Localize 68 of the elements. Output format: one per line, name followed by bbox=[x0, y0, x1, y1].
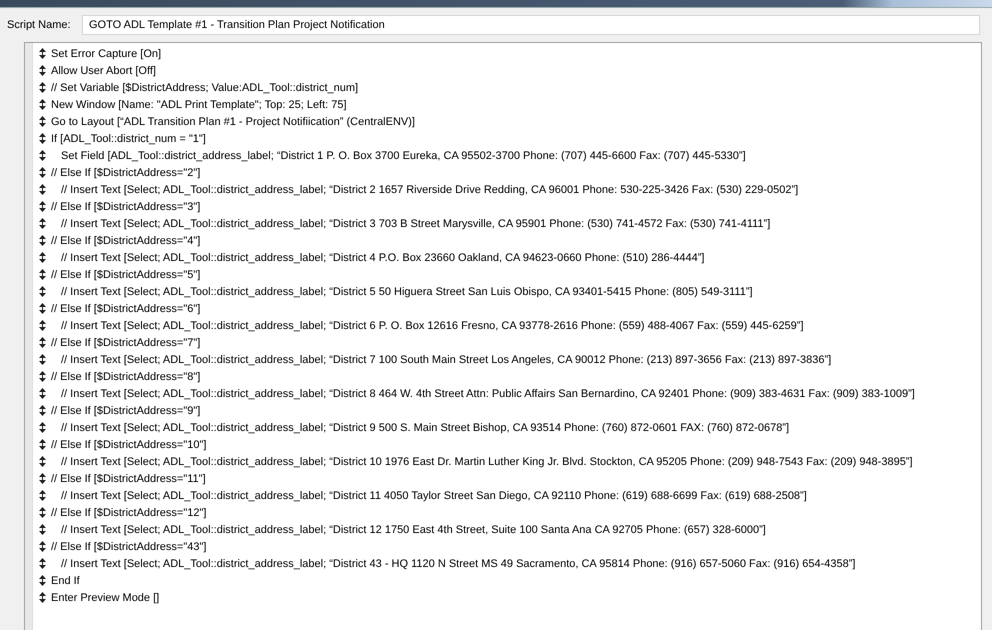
script-step[interactable]: // Else If [$DistrictAddress="9"] bbox=[51, 404, 200, 416]
drag-handle-icon[interactable] bbox=[39, 405, 46, 416]
script-step[interactable]: // Else If [$DistrictAddress="4"] bbox=[51, 234, 200, 246]
drag-handle-icon[interactable] bbox=[39, 388, 46, 399]
script-step[interactable]: // Else If [$DistrictAddress="43"] bbox=[51, 540, 206, 552]
script-step[interactable]: Allow User Abort [Off] bbox=[51, 64, 156, 76]
script-step[interactable]: // Insert Text [Select; ADL_Tool::district_address_label; “District 5 50 Higuera Street San Luis Obispo, CA 93401-5415 Phone: (805) 549-3111”] bbox=[61, 286, 753, 298]
script-step[interactable]: Set Error Capture [On] bbox=[51, 48, 162, 60]
drag-handle-icon[interactable] bbox=[39, 201, 46, 212]
drag-handle-icon[interactable] bbox=[39, 99, 46, 110]
drag-handle-icon[interactable] bbox=[39, 456, 46, 467]
drag-handle-icon[interactable] bbox=[39, 150, 46, 161]
drag-handle-icon[interactable] bbox=[39, 167, 46, 178]
drag-handle-icon[interactable] bbox=[39, 490, 46, 501]
script-step[interactable]: // Insert Text [Select; ADL_Tool::district_address_label; “District 6 P. O. Box 12616 Fresno, CA 93778-2616 Phone: (559) 488-4067 Fax: (559) 445-6259”] bbox=[61, 320, 804, 332]
script-name-label: Script Name: bbox=[7, 19, 72, 31]
script-step[interactable]: // Else If [$DistrictAddress="11"] bbox=[51, 472, 206, 484]
drag-handle-icon[interactable] bbox=[39, 116, 46, 127]
script-step[interactable]: // Insert Text [Select; ADL_Tool::district_address_label; “District 12 1750 East 4th Street, Suite 100 Santa Ana CA 92705 Phone: (657) 328-6000”] bbox=[61, 524, 766, 536]
drag-handle-icon[interactable] bbox=[39, 558, 46, 569]
script-step[interactable]: // Else If [$DistrictAddress="5"] bbox=[51, 268, 200, 280]
drag-handle-icon[interactable] bbox=[39, 422, 46, 433]
script-step[interactable]: // Else If [$DistrictAddress="7"] bbox=[51, 336, 200, 348]
drag-handle-icon[interactable] bbox=[39, 235, 46, 246]
drag-handle-icon[interactable] bbox=[39, 575, 46, 586]
script-step[interactable]: // Else If [$DistrictAddress="6"] bbox=[51, 302, 200, 314]
script-step[interactable]: // Set Variable [$DistrictAddress; Value:ADL_Tool::district_num] bbox=[51, 82, 358, 94]
script-step[interactable]: // Else If [$DistrictAddress="12"] bbox=[51, 506, 206, 518]
drag-handle-icon[interactable] bbox=[39, 286, 46, 297]
drag-handle-icon[interactable] bbox=[39, 473, 46, 484]
script-step[interactable]: Go to Layout [“ADL Transition Plan #1 - Project Notifiication” (CentralENV)] bbox=[51, 116, 415, 128]
drag-handle-icon[interactable] bbox=[39, 337, 46, 348]
script-step[interactable]: Enter Preview Mode [] bbox=[51, 592, 160, 604]
script-step[interactable]: // Else If [$DistrictAddress="2"] bbox=[51, 166, 200, 178]
drag-handle-icon[interactable] bbox=[39, 184, 46, 195]
script-step[interactable]: // Insert Text [Select; ADL_Tool::district_address_label; “District 4 P.O. Box 23660 Oakland, CA 94623-0660 Phone: (510) 286-4444”] bbox=[61, 252, 704, 264]
script-step[interactable]: // Insert Text [Select; ADL_Tool::district_address_label; “District 43 - HQ 1120 N Street MS 49 Sacramento, CA 95814 Phone: (916) 657-5060 Fax: (916) 654-4358”] bbox=[61, 558, 856, 570]
drag-handle-icon[interactable] bbox=[39, 354, 46, 365]
drag-handle-icon[interactable] bbox=[39, 133, 46, 144]
drag-handle-icon[interactable] bbox=[39, 320, 46, 331]
drag-handle-icon[interactable] bbox=[39, 218, 46, 229]
drag-handle-icon[interactable] bbox=[39, 439, 46, 450]
drag-handle-icon[interactable] bbox=[39, 524, 46, 535]
script-step[interactable]: // Else If [$DistrictAddress="8"] bbox=[51, 370, 200, 382]
drag-handle-icon[interactable] bbox=[39, 252, 46, 263]
script-step[interactable]: // Else If [$DistrictAddress="10"] bbox=[51, 438, 206, 450]
script-step[interactable]: // Insert Text [Select; ADL_Tool::district_address_label; “District 7 100 South Main Street Los Angeles, CA 90012 Phone: (213) 897-3656 Fax: (213) 897-3836”] bbox=[61, 354, 832, 366]
script-step[interactable]: // Insert Text [Select; ADL_Tool::district_address_label; “District 10 1976 East Dr. Martin Luther King Jr. Blvd. Stockton, CA 95205 Phone: (209) 948-7543 Fax: (209) 948-3895”] bbox=[61, 456, 913, 468]
drag-handle-icon[interactable] bbox=[39, 269, 46, 280]
drag-handle-icon[interactable] bbox=[39, 303, 46, 314]
drag-handle-icon[interactable] bbox=[39, 541, 46, 552]
script-step[interactable]: Set Field [ADL_Tool::district_address_label; “District 1 P. O. Box 3700 Eureka, CA 95502-3700 Phone: (707) 445-6600 Fax: (707) 445-5330”] bbox=[61, 150, 746, 162]
script-step[interactable]: // Else If [$DistrictAddress="3"] bbox=[51, 200, 200, 212]
script-step[interactable]: // Insert Text [Select; ADL_Tool::district_address_label; “District 2 1657 Riverside Drive Redding, CA 96001 Phone: 530-225-3426 Fax: (530) 229-0502”] bbox=[61, 184, 798, 196]
drag-handle-icon[interactable] bbox=[39, 82, 46, 93]
script-step[interactable]: End If bbox=[51, 574, 80, 586]
drag-handle-icon[interactable] bbox=[39, 507, 46, 518]
script-name-field[interactable]: GOTO ADL Template #1 - Transition Plan Project Notification bbox=[82, 15, 980, 35]
script-step[interactable]: // Insert Text [Select; ADL_Tool::district_address_label; “District 9 500 S. Main Street Bishop, CA 93514 Phone: (760) 872-0601 FAX: (760) 872-0678”] bbox=[61, 422, 790, 434]
drag-handle-icon[interactable] bbox=[39, 48, 46, 59]
script-step[interactable]: // Insert Text [Select; ADL_Tool::district_address_label; “District 8 464 W. 4th Street Attn: Public Affairs San Bernardino, CA 92401 Phone: (909) 383-4631 Fax: (909) 383-1009”] bbox=[61, 388, 915, 400]
drag-handle-icon[interactable] bbox=[39, 371, 46, 382]
drag-handle-icon[interactable] bbox=[39, 65, 46, 76]
script-step[interactable]: // Insert Text [Select; ADL_Tool::district_address_label; “District 11 4050 Taylor Street San Diego, CA 92110 Phone: (619) 688-6699 Fax: (619) 688-2508”] bbox=[61, 490, 807, 502]
script-step[interactable]: New Window [Name: "ADL Print Template"; Top: 25; Left: 75] bbox=[51, 98, 347, 110]
script-step[interactable]: If [ADL_Tool::district_num = "1"] bbox=[51, 132, 206, 144]
drag-handle-icon[interactable] bbox=[39, 592, 46, 603]
script-step[interactable]: // Insert Text [Select; ADL_Tool::district_address_label; “District 3 703 B Street Marysville, CA 95901 Phone: (530) 741-4572 Fax: (530) 741-4111”] bbox=[61, 218, 770, 230]
